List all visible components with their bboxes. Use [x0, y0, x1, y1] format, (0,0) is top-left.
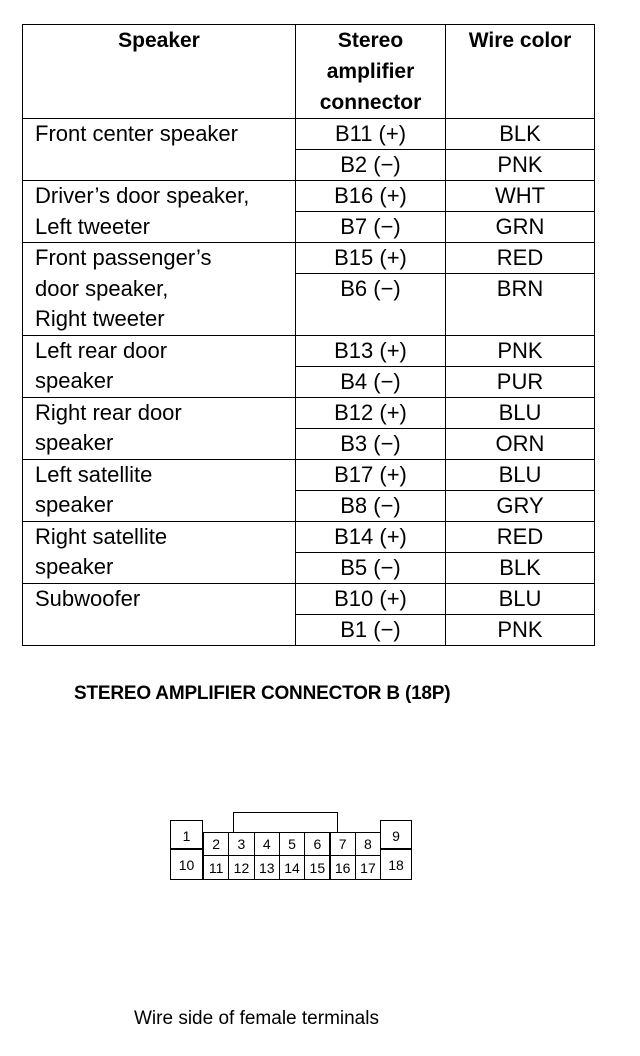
terminal-cell: B4 (−) [295, 365, 446, 398]
table-row: Subwoofer B10 (+) BLU [22, 582, 595, 646]
connector-pin: 8 [354, 832, 382, 856]
connector-pin: 12 [228, 855, 255, 880]
connector-title: STEREO AMPLIFIER CONNECTOR B (18P) [74, 683, 451, 704]
table-row: Right satellite speaker B14 (+) RED [22, 520, 595, 584]
connector-pin: 5 [278, 832, 306, 856]
connector-pin: 16 [329, 855, 356, 880]
speaker-cell: Left rear door speaker [22, 334, 296, 398]
wire-color-cell: RED [445, 520, 595, 553]
connector-pin: 2 [203, 832, 230, 856]
wire-color-cell: GRY [445, 489, 595, 522]
speaker-cell: Right rear door speaker [22, 396, 296, 460]
table-row: Front passenger’s door speaker, Right tw… [22, 241, 595, 336]
connector-pin: 6 [304, 832, 331, 856]
terminal-cell: B16 (+) [295, 180, 446, 212]
wire-color-cell: BLU [445, 396, 595, 429]
speaker-cell: Left satellite speaker [22, 458, 296, 522]
terminal-cell: B15 (+) [295, 241, 446, 275]
connector-pin: 14 [278, 855, 306, 880]
header-connector-line: connector [319, 91, 422, 114]
terminal-cell: B1 (−) [295, 613, 446, 646]
wire-color-cell: PNK [445, 149, 595, 181]
table-row: Front center speaker B11 (+) BLK [22, 118, 595, 181]
terminal-cell: B14 (+) [295, 520, 446, 553]
connector-pin: 9 [380, 820, 412, 850]
connector-pin: 15 [304, 855, 331, 880]
table-header-row: Speaker Stereo amplifier connector Wire … [22, 24, 595, 119]
wire-color-cell: GRN [445, 211, 595, 243]
wire-color-cell: BRN [445, 273, 595, 336]
wire-color-cell: RED [445, 241, 595, 275]
connector-caption: Wire side of female terminals [134, 1008, 379, 1029]
wire-color-cell: BLU [445, 582, 595, 615]
wire-color-cell: BLK [445, 118, 595, 150]
speaker-cell: Right satellite speaker [22, 520, 296, 584]
connector-pin: 4 [253, 832, 280, 856]
connector-pin: 3 [228, 832, 255, 856]
speaker-cell: Subwoofer [22, 582, 296, 646]
header-connector-line: Stereo [337, 29, 404, 52]
speaker-cell: Driver’s door speaker, Left tweeter [22, 180, 296, 243]
terminal-cell: B17 (+) [295, 458, 446, 491]
wire-color-cell: PNK [445, 613, 595, 646]
wire-color-cell: BLU [445, 458, 595, 491]
connector-latch [233, 812, 338, 832]
table-row: Right rear door speaker B12 (+) BLU [22, 396, 595, 460]
table-row: Driver’s door speaker, Left tweeter B16 (… [22, 180, 595, 243]
connector-pin: 17 [354, 855, 382, 880]
connector-pin: 1 [170, 820, 203, 850]
connector-pin: 13 [253, 855, 280, 880]
header-speaker: Speaker [22, 24, 296, 119]
connector-pin: 11 [203, 855, 230, 880]
speaker-cell: Front center speaker [22, 118, 296, 181]
header-connector: Stereo amplifier connector [295, 24, 446, 119]
speaker-cell: Front passenger’s door speaker, Right tw… [22, 242, 296, 336]
header-connector-line: amplifier [326, 60, 415, 83]
wire-color-cell: PNK [445, 334, 595, 367]
terminal-cell: B2 (−) [295, 149, 446, 181]
terminal-cell: B12 (+) [295, 396, 446, 429]
wire-color-cell: BLK [445, 551, 595, 584]
terminal-cell: B6 (−) [295, 273, 446, 336]
connector-pin: 10 [170, 848, 203, 880]
connector-pin: 18 [380, 848, 412, 880]
connector-pin: 7 [329, 832, 356, 856]
speaker-wiring-table: Speaker Stereo amplifier connector Wire … [22, 24, 595, 646]
terminal-cell: B13 (+) [295, 334, 446, 367]
wire-color-cell: WHT [445, 180, 595, 212]
wire-color-cell: ORN [445, 427, 595, 460]
connector-diagram: 1 10 9 18 2 11 3 12 4 13 5 14 6 15 7 16 8 17 [170, 812, 412, 880]
header-wire-color: Wire color [445, 24, 595, 119]
terminal-cell: B11 (+) [295, 118, 446, 150]
terminal-cell: B3 (−) [295, 427, 446, 460]
terminal-cell: B5 (−) [295, 551, 446, 584]
table-row: Left rear door speaker B13 (+) PNK [22, 334, 595, 398]
table-row: Left satellite speaker B17 (+) BLU [22, 458, 595, 522]
terminal-cell: B10 (+) [295, 582, 446, 615]
wire-color-cell: PUR [445, 365, 595, 398]
terminal-cell: B8 (−) [295, 489, 446, 522]
terminal-cell: B7 (−) [295, 211, 446, 243]
